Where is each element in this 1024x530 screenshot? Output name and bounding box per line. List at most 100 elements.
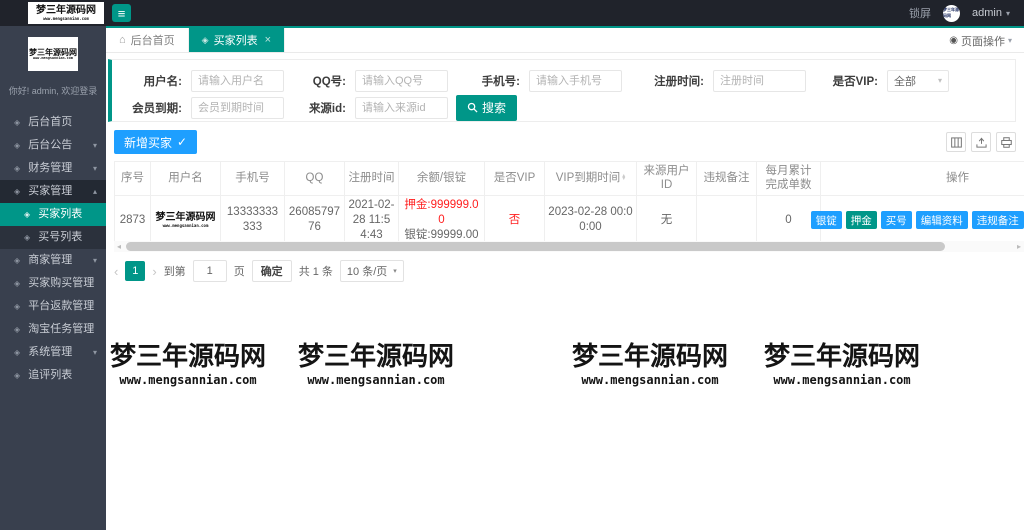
search-icon [467, 102, 478, 113]
scrollbar-thumb[interactable] [126, 242, 945, 251]
qq-input[interactable] [355, 69, 448, 92]
lock-screen-button[interactable]: 锁屏 [909, 5, 931, 21]
username-input[interactable] [191, 69, 284, 92]
violation-note-button[interactable]: 违规备注 [971, 211, 1024, 230]
per-page-select[interactable]: 10 条/页 ▾ [339, 260, 404, 282]
prev-page-button[interactable]: ‹ [114, 264, 118, 279]
col-header-qq: QQ [284, 161, 345, 196]
sidebar-item-label: 淘宝任务管理 [28, 323, 95, 335]
filter-columns-button[interactable] [946, 132, 966, 152]
total-count-label: 共 1 条 [298, 266, 333, 278]
menu-diamond-icon: ◈ [14, 302, 21, 311]
close-tab-icon[interactable]: × [265, 34, 271, 46]
menu-diamond-icon: ◈ [24, 233, 31, 242]
next-page-button[interactable]: › [152, 264, 156, 279]
col-header-is-vip: 是否VIP [484, 161, 545, 196]
tab-label: 后台首页 [130, 35, 175, 47]
col-header-vip-expire[interactable]: VIP到期时间 ▴ ▾ [544, 161, 637, 196]
reg-time-label: 注册时间: [654, 75, 704, 88]
page-operations-dropdown[interactable]: ◉ 页面操作 ▾ [949, 28, 1012, 53]
col-header-balance: 余额/银锭 [398, 161, 485, 196]
current-page-button[interactable]: 1 [125, 261, 146, 281]
col-header-seq: 序号 [114, 161, 151, 196]
filter-reg-time: 注册时间: [636, 69, 806, 92]
scrollbar-track[interactable] [124, 242, 1014, 251]
col-header-violation: 违规备注 [696, 161, 757, 196]
sidebar-item-label: 系统管理 [28, 346, 73, 358]
buy-account-button[interactable]: 买号 [880, 211, 912, 230]
is-vip-select[interactable]: 全部 ▾ [887, 69, 949, 92]
sidebar-item-label: 财务管理 [28, 162, 73, 174]
confirm-page-button[interactable]: 确定 [251, 260, 292, 282]
user-menu[interactable]: admin ▾ [972, 7, 1010, 19]
sidebar-item-backend-announcements[interactable]: ◈ 后台公告 ▾ [0, 134, 106, 157]
sidebar-item-label: 后台公告 [28, 139, 73, 151]
goto-page-input[interactable] [192, 260, 227, 282]
buyer-table: 序号 用户名 手机号 QQ 注册时间 余额/银锭 是否VIP VIP到期时间 ▴ ▾… [114, 161, 1024, 246]
add-buyer-button[interactable]: 新增买家 ✓ [114, 130, 198, 154]
source-id-label: 来源id: [308, 102, 346, 115]
table-row: 2873 梦三年源码网 www.mengsannian.com 13333333… [114, 194, 1024, 246]
avatar[interactable]: 梦三年源码网 [943, 4, 961, 22]
member-expire-label: 会员到期: [132, 102, 182, 115]
sidebar-item-platform-refund-management[interactable]: ◈ 平台返款管理 [0, 295, 106, 318]
scroll-right-icon[interactable]: ▸ [1014, 242, 1024, 251]
filter-source-id: 来源id: [296, 96, 448, 119]
deposit-button[interactable]: 押金 [845, 211, 877, 230]
cell-seq: 2873 [114, 194, 151, 246]
print-icon [1000, 136, 1012, 148]
sidebar-item-review-followup-list[interactable]: ◈ 追评列表 [0, 364, 106, 387]
menu-diamond-icon: ◈ [14, 279, 21, 288]
brand-domain: www.mengsannian.com [43, 15, 89, 21]
username: admin [972, 7, 1002, 19]
sidebar-item-taobao-task-management[interactable]: ◈ 淘宝任务管理 [0, 318, 106, 341]
watermark: 梦三年源码网 www.mengsannian.com [571, 342, 728, 387]
sort-icon[interactable]: ▴ ▾ [622, 173, 625, 182]
sidebar-item-backend-home[interactable]: ◈ 后台首页 [0, 111, 106, 134]
filter-is-vip: 是否VIP: 全部 ▾ [822, 69, 949, 92]
chevron-down-icon: ▾ [92, 164, 97, 173]
sidebar-item-merchant-management[interactable]: ◈ 商家管理 ▾ [0, 249, 106, 272]
sidebar-item-buyer-list[interactable]: ◈ 买家列表 [0, 203, 106, 226]
ingot-button[interactable]: 银锭 [810, 211, 842, 230]
sidebar-item-label: 买家购买管理 [28, 277, 95, 289]
print-button[interactable] [996, 132, 1016, 152]
hamburger-menu-button[interactable]: ≡ [112, 4, 131, 22]
filter-row-1: 用户名: QQ号: 手机号: 注册时间: 是否VIP: 全部 ▾ [112, 67, 1015, 94]
sidebar-item-label: 平台返款管理 [28, 300, 95, 312]
watermark: 梦三年源码网 www.mengsannian.com [763, 342, 920, 387]
tab-buyer-list[interactable]: ◈ 买家列表 × [188, 28, 286, 52]
sidebar-item-system-management[interactable]: ◈ 系统管理 ▾ [0, 341, 106, 364]
sidebar-item-buy-account-list[interactable]: ◈ 买号列表 [0, 226, 106, 249]
avatar-text: 梦三年源码网 [943, 7, 960, 18]
sidebar-item-label: 买家列表 [38, 208, 83, 220]
edit-profile-button[interactable]: 编辑资料 [915, 211, 968, 230]
table-tool-icons [946, 132, 1016, 152]
sidebar-item-finance-management[interactable]: ◈ 财务管理 ▾ [0, 157, 106, 180]
phone-input[interactable] [529, 69, 622, 92]
member-expire-input[interactable] [191, 96, 284, 119]
filter-qq: QQ号: [296, 69, 448, 92]
menu-diamond-icon: ◈ [14, 256, 21, 265]
deposit-amount: 押金:999999.00 [404, 198, 479, 226]
table-toolbar: 新增买家 ✓ [114, 130, 1016, 156]
reg-time-input[interactable] [713, 69, 806, 92]
search-button[interactable]: 搜索 [456, 94, 518, 121]
scroll-left-icon[interactable]: ◂ [114, 242, 124, 251]
username-label: 用户名: [143, 75, 182, 88]
cell-qq: 2608579776 [284, 194, 345, 246]
sidebar-item-buyer-purchase-management[interactable]: ◈ 买家购买管理 [0, 272, 106, 295]
table-header-row: 序号 用户名 手机号 QQ 注册时间 余额/银锭 是否VIP VIP到期时间 ▴ ▾… [114, 161, 1024, 196]
sidebar-item-label: 商家管理 [28, 254, 73, 266]
source-id-input[interactable] [355, 96, 448, 119]
menu-diamond-icon: ◈ [24, 210, 31, 219]
menu-diamond-icon: ◈ [14, 187, 21, 196]
tab-backend-home[interactable]: ⌂ 后台首页 [106, 28, 189, 52]
export-button[interactable] [971, 132, 991, 152]
sidebar-item-buyer-management[interactable]: ◈ 买家管理 ▴ [0, 180, 106, 203]
username-logo: 梦三年源码网 www.mengsannian.com [155, 211, 216, 228]
cell-source-uid: 无 [636, 194, 697, 246]
page-unit-label: 页 [233, 266, 245, 278]
qq-label: QQ号: [312, 75, 346, 88]
cell-username: 梦三年源码网 www.mengsannian.com [150, 194, 221, 246]
